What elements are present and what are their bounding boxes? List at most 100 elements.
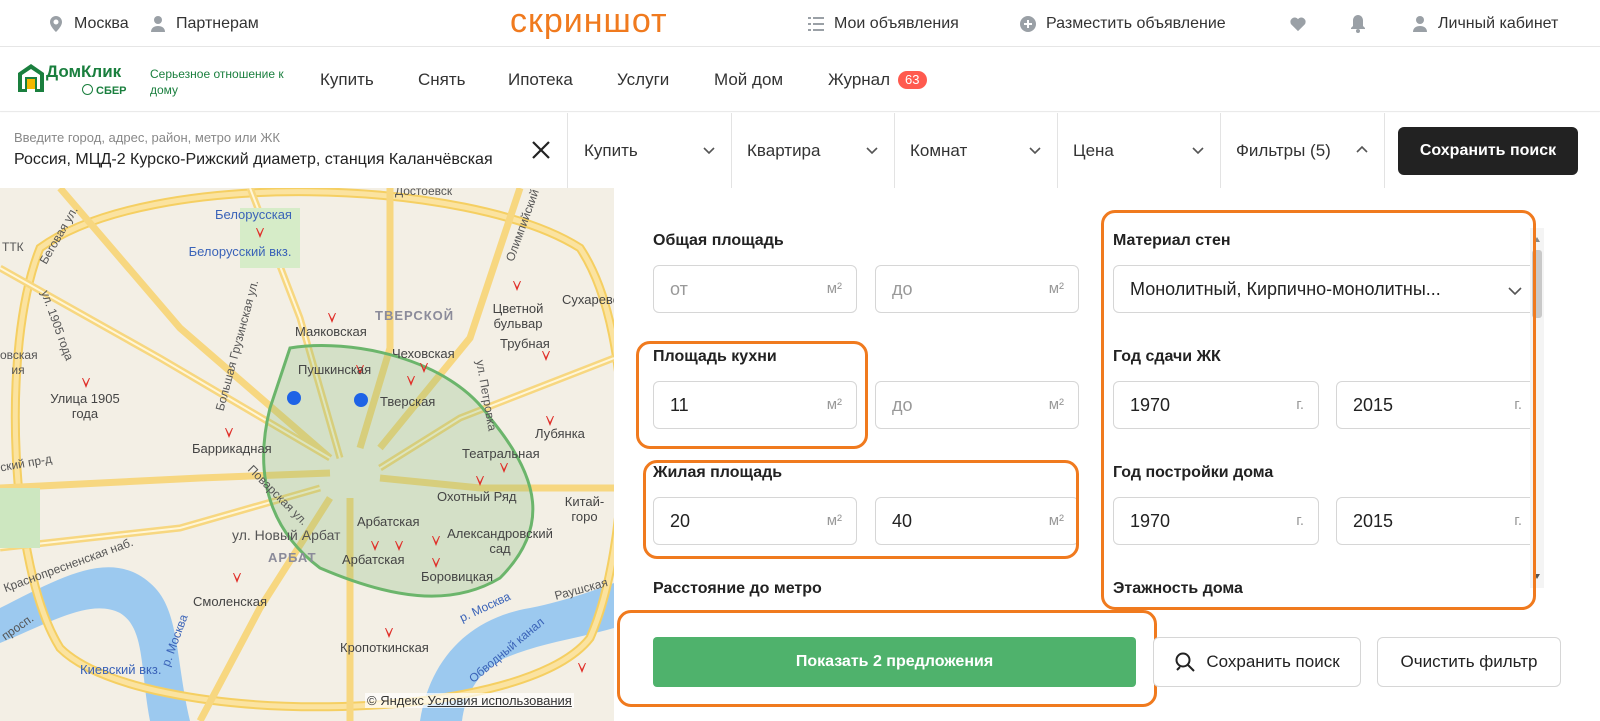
journal-count-badge: 63 (898, 71, 927, 89)
cabinet-link[interactable]: Личный кабинет (1412, 0, 1558, 47)
map-label-sukharevskaya: Сухаревс (562, 292, 614, 307)
address-value[interactable]: Россия, МЦД-2 Курско-Рижский диаметр, ст… (14, 151, 524, 169)
brand-name: ДомКлик (46, 62, 122, 81)
cabinet-label: Личный кабинет (1438, 14, 1559, 32)
favorites-button[interactable] (1290, 0, 1316, 47)
nav-buy[interactable]: Купить (320, 48, 374, 112)
map-label-tverskaya: Тверская (380, 394, 436, 409)
save-search-bottom-label: Сохранить поиск (1206, 652, 1340, 671)
property-type-label: Квартира (747, 140, 821, 160)
save-search-bottom-button[interactable]: Сохранить поиск (1153, 637, 1361, 687)
clear-filter-button[interactable]: Очистить фильтр (1377, 637, 1561, 687)
map-label-smolenskaya: Смоленская (193, 594, 268, 609)
domclick-logo[interactable]: ДомКлик СБЕР (18, 62, 148, 100)
partners-link[interactable]: Партнерам (150, 0, 259, 47)
nav-mortgage-label: Ипотека (508, 70, 573, 89)
kitchen-area-to-placeholder: до (892, 394, 913, 415)
nav-services[interactable]: Услуги (617, 48, 669, 112)
rooms-select[interactable]: Комнат (896, 113, 1058, 188)
map-label-presn: овская ия (0, 348, 38, 377)
copyright-prefix: © Яндекс (367, 693, 424, 708)
map-label-okhotny: Охотный Ряд (437, 489, 517, 504)
price-select[interactable]: Цена (1059, 113, 1221, 188)
map-copyright: © Яндекс Условия использования (365, 693, 574, 708)
listing-marker[interactable] (287, 391, 301, 405)
show-offers-button[interactable]: Показать 2 предложения (653, 637, 1136, 687)
bell-icon (1350, 14, 1366, 33)
map-label-pushkinskaya: Пушкинская (298, 362, 372, 377)
city-selector[interactable]: Москва (48, 0, 129, 47)
total-area-to-input[interactable]: до м² (875, 265, 1079, 313)
chevron-down-icon (1192, 147, 1204, 155)
map-label-kitay: Китай-горо (564, 494, 605, 524)
notifications-button[interactable] (1350, 0, 1376, 47)
map-label-belorussky-vokzal: Белорусский вкз. (188, 244, 292, 259)
nav-journal-label: Журнал (828, 70, 891, 89)
top-bar: Москва Партнерам скриншот Мои объявления… (0, 0, 1600, 47)
nav-rent[interactable]: Снять (418, 48, 466, 112)
map-label-borovitskaya: Боровицкая (421, 569, 494, 584)
map-label-chekhovskaya: Чеховская (392, 346, 455, 361)
nav-mortgage[interactable]: Ипотека (508, 48, 573, 112)
map-label-lubyanka: Лубянка (535, 426, 585, 441)
chevron-down-icon (1029, 147, 1041, 155)
map-label-arbatskaya-1: Арбатская (357, 514, 420, 529)
map-label-belorusskaya: Белорусская (215, 207, 292, 222)
brand-sub: СБЕР (82, 84, 127, 97)
terms-link[interactable]: Условия использования (428, 693, 572, 708)
nav-journal[interactable]: Журнал 63 (828, 48, 927, 112)
nav-services-label: Услуги (617, 70, 670, 89)
map-label-ttk: ТТК (2, 240, 24, 254)
my-ads-link[interactable]: Мои объявления (808, 0, 959, 47)
post-ad-link[interactable]: Разместить объявление (1020, 0, 1226, 47)
listing-marker[interactable] (354, 393, 368, 407)
map-label-mayakovskaya: Маяковская (295, 324, 367, 339)
nav-buy-label: Купить (320, 70, 374, 89)
partners-label: Партнерам (176, 14, 259, 32)
deal-type-select[interactable]: Купить (570, 113, 732, 188)
map-label-arbat: АРБАТ (268, 550, 317, 565)
map-label-dostoevsky: Достоевск (395, 188, 453, 198)
chevron-down-icon (866, 147, 878, 155)
nav-my-home[interactable]: Мой дом (714, 48, 783, 112)
map-label-barrikadnaya: Баррикадная (192, 441, 272, 456)
clear-address-icon[interactable] (530, 139, 552, 161)
total-area-from-input[interactable]: от м² (653, 265, 857, 313)
nav-my-home-label: Мой дом (714, 70, 784, 89)
kitchen-area-to-input[interactable]: до м² (875, 381, 1079, 429)
unit-label: м² (1048, 396, 1064, 413)
address-placeholder: Введите город, адрес, район, метро или Ж… (14, 130, 280, 145)
user-icon (1412, 15, 1428, 32)
property-type-select[interactable]: Квартира (733, 113, 895, 188)
heart-icon (1290, 16, 1306, 32)
save-search-icon (1175, 652, 1196, 672)
save-search-button[interactable]: Сохранить поиск (1398, 127, 1578, 175)
search-bar: Введите город, адрес, район, метро или Ж… (0, 113, 1600, 188)
map-label-kropotkinskaya: Кропоткинская (340, 640, 429, 655)
person-icon (150, 15, 166, 32)
price-label: Цена (1073, 140, 1114, 160)
total-area-from-placeholder: от (670, 278, 688, 299)
main-nav: ДомКлик СБЕР Серьезное отношение к дому … (0, 48, 1600, 112)
filters-toggle[interactable]: Фильтры (5) (1222, 113, 1385, 188)
brand-slogan: Серьезное отношение к дому (150, 67, 284, 97)
map[interactable]: Белорусская Белорусский вкз. Маяковская … (0, 188, 614, 721)
rooms-label: Комнат (910, 140, 968, 160)
plus-circle-icon (1020, 15, 1036, 32)
sber-check-icon (82, 84, 93, 95)
filters-label: Фильтры (5) (1236, 140, 1331, 160)
brand-sub-label: СБЕР (96, 85, 127, 97)
location-pin-icon (48, 15, 64, 32)
post-ad-label: Разместить объявление (1046, 14, 1226, 32)
map-label-ulitsa-1905: Улица 1905 года (50, 391, 120, 421)
map-label-novy-arbat: ул. Новый Арбат (232, 527, 341, 543)
list-icon (808, 16, 824, 32)
metro-distance-label: Расстояние до метро (653, 580, 822, 597)
map-label-teatralnaya: Театральная (462, 446, 540, 461)
highlight-living-area (643, 460, 1079, 559)
map-label-trubnaya: Трубная (500, 336, 550, 351)
watermark: скриншот (510, 2, 668, 40)
address-search-field[interactable]: Введите город, адрес, район, метро или Ж… (0, 113, 568, 188)
deal-type-label: Купить (584, 140, 638, 160)
total-area-to-placeholder: до (892, 278, 913, 299)
